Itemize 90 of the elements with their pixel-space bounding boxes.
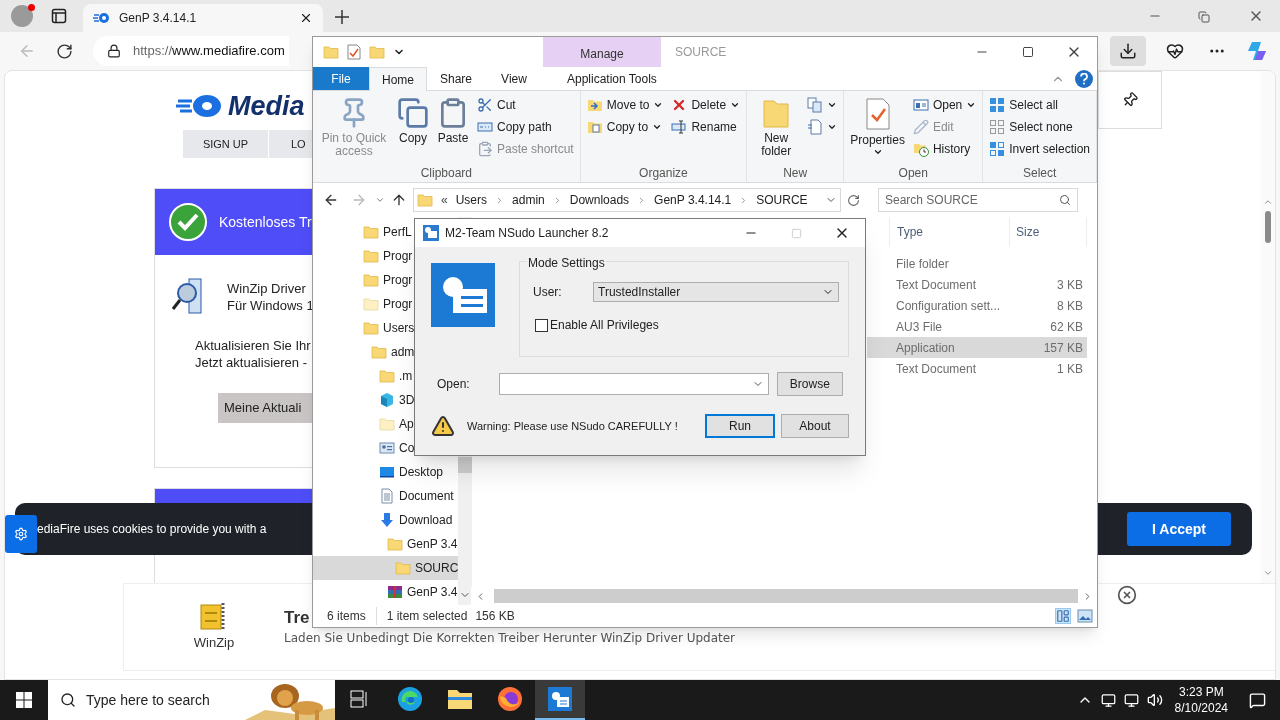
ribbon-button[interactable]: Copy <box>395 95 431 166</box>
ribbon-button[interactable]: Cut <box>475 95 576 115</box>
table-cell-text: 157 KB <box>1042 339 1084 357</box>
nav-link[interactable]: LO <box>269 130 312 158</box>
clock[interactable]: 3:23 PM 8/10/2024 <box>1168 680 1234 720</box>
ad-text: Aktualisieren Sie Ihr <box>195 337 311 354</box>
table-cell-text: Text Document <box>895 276 978 294</box>
about-button[interactable]: About <box>781 414 849 438</box>
taskbar-search-field[interactable]: Type here to search <box>86 689 256 711</box>
ribbon-button[interactable]: Copy to <box>584 117 666 137</box>
file-row[interactable]: Application 157 KB <box>867 337 1087 358</box>
column-header[interactable]: Size <box>1009 217 1087 247</box>
ad-heading: Kostenloses Tr <box>219 212 312 232</box>
table-cell-text: File folder <box>895 255 950 273</box>
table-cell-text: Configuration sett... <box>895 297 1002 315</box>
group-label: Clipboard <box>419 166 474 182</box>
file-row[interactable]: Text Document 1 KB <box>867 358 1087 379</box>
group-label: Organize <box>638 166 689 182</box>
file-row[interactable]: AU3 File 62 KB <box>867 316 1087 337</box>
group-label: New <box>782 166 809 182</box>
tree-item[interactable]: GenP 3.4 <box>313 532 459 556</box>
table-cell-text: 62 KB <box>1049 318 1084 336</box>
ad-text: Jetzt aktualisieren - <box>195 354 307 371</box>
field-label: Open: <box>437 376 471 393</box>
address-bar[interactable]: https://www.mediafire.com <box>93 36 289 66</box>
breadcrumb-item[interactable]: GenP 3.4.14.1 <box>654 191 732 209</box>
browse-button[interactable]: Browse <box>776 372 843 396</box>
ribbon-button[interactable]: Copy path <box>475 117 576 137</box>
cookie-text: ediaFire uses cookies to provide you with a <box>37 521 267 538</box>
ribbon-button[interactable]: Paste <box>435 95 471 166</box>
breadcrumb-item[interactable]: SOURCE <box>756 191 808 209</box>
selection-status: 1 item selected <box>385 608 468 625</box>
brand-name: WinZip <box>193 634 235 653</box>
ribbon-button[interactable]: Move to <box>584 95 666 115</box>
ribbon-button[interactable]: Rename <box>669 117 743 137</box>
overflow-chevron[interactable]: « <box>441 191 448 209</box>
field-label: User: <box>533 284 563 301</box>
tree-item[interactable]: Document <box>313 484 459 508</box>
browser-tab[interactable]: GenP 3.4.14.1 <box>83 4 323 32</box>
warning-text: Warning: Please use NSudo CAREFULLY ! <box>467 418 679 434</box>
table-cell-text: Application <box>895 339 956 357</box>
ribbon-button[interactable]: Delete <box>669 95 743 115</box>
nav-link[interactable]: SIGN UP <box>183 130 268 158</box>
breadcrumb-item[interactable]: admin <box>512 191 545 209</box>
ribbon-button[interactable]: History <box>910 139 979 159</box>
site-logo-text: Media <box>228 91 305 121</box>
ribbon-tab[interactable]: File <box>313 67 369 90</box>
accept-button[interactable]: I Accept <box>1127 512 1231 546</box>
tree-item[interactable]: Desktop <box>313 460 459 484</box>
ribbon-button[interactable]: Select all <box>987 95 1092 115</box>
product-name: WinZip Driver <box>227 280 307 297</box>
table-cell-text: 3 KB <box>1056 276 1084 294</box>
update-button[interactable]: Meine Aktuali <box>218 393 312 423</box>
window-title: SOURCE <box>674 44 728 61</box>
item-count: 6 items <box>327 607 377 625</box>
ribbon-button[interactable]: New folder <box>751 95 802 166</box>
taskbar-search-box[interactable]: Type here to search <box>48 680 335 720</box>
ribbon-tab[interactable]: View <box>485 67 543 90</box>
tree-item[interactable]: GenP 3.4 <box>313 580 459 604</box>
group-label: Open <box>897 166 929 182</box>
run-button[interactable]: Run <box>705 414 775 438</box>
breadcrumb-item[interactable]: Users <box>455 191 488 209</box>
selection-size: 156 KB <box>474 608 515 625</box>
table-cell-text: 8 KB <box>1056 297 1084 315</box>
file-row[interactable]: File folder <box>867 253 1087 274</box>
context-group-label: Manage <box>543 37 661 67</box>
ribbon-tab[interactable]: Home <box>369 67 427 91</box>
ribbon-button[interactable]: Invert selection <box>987 139 1092 159</box>
ad-description: Laden Sie Unbedingt Die Korrekten Treiber Herunter WinZip Driver Updater <box>284 630 736 647</box>
user-dropdown[interactable]: TrustedInstaller <box>593 282 839 302</box>
address-bar[interactable]: « Users admin Downloads GenP 3.4.14.1 SOURCE <box>413 188 841 212</box>
file-row[interactable]: Configuration sett... 8 KB <box>867 295 1087 316</box>
dialog-title: M2-Team NSudo Launcher 8.2 <box>445 225 610 242</box>
tree-item[interactable]: SOURC <box>313 556 459 580</box>
search-input[interactable]: Search SOURCE <box>885 191 1059 209</box>
table-cell-text: Text Document <box>895 360 978 378</box>
tree-item[interactable]: Download <box>313 508 459 532</box>
ribbon-button[interactable]: Open <box>910 95 979 115</box>
group-label: Select <box>1021 166 1058 182</box>
breadcrumb-item[interactable]: Downloads <box>569 191 630 209</box>
table-cell-text: AU3 File <box>895 318 943 336</box>
file-row[interactable]: Text Document 3 KB <box>867 274 1087 295</box>
ribbon-button[interactable]: Select none <box>987 117 1092 137</box>
ribbon-button[interactable]: Properties <box>848 95 907 166</box>
ribbon-tab[interactable]: Share <box>427 67 485 90</box>
search-field[interactable]: Search SOURCE <box>878 188 1078 212</box>
ad-title: Tre <box>284 607 310 629</box>
column-header[interactable]: Type <box>889 217 1009 247</box>
table-cell-text: 1 KB <box>1056 360 1084 378</box>
privileges-checkbox[interactable]: Enable All Privileges <box>535 316 848 334</box>
